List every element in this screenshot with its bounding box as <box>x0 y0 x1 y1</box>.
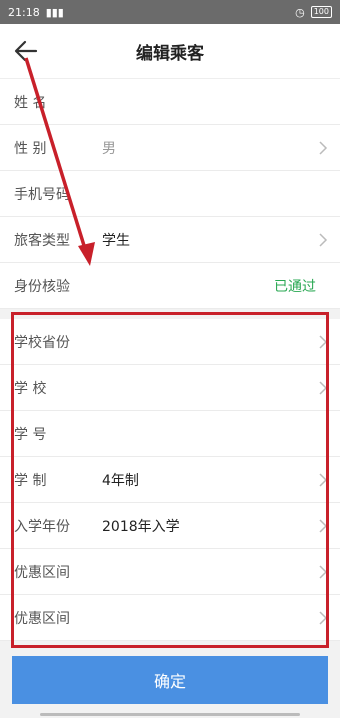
row-label: 学 制 <box>14 472 47 489</box>
clock-icon: ◷ <box>295 5 305 19</box>
chevron-right-icon <box>319 141 328 155</box>
row-id-verification: 身份核验 已通过 <box>0 263 340 309</box>
row-label: 学 号 <box>14 426 47 443</box>
nav-bar: 编辑乘客 <box>0 24 340 79</box>
confirm-button[interactable]: 确定 <box>12 656 328 704</box>
row-value: 学生 <box>102 232 130 249</box>
row-value: 男 <box>102 140 116 157</box>
home-indicator <box>40 713 300 716</box>
row-passenger-type[interactable]: 旅客类型 学生 <box>0 217 340 263</box>
student-info-list: 学校省份 学 校 学 号 学 制 4年制 入学年份 2018年入学 优惠区间 优… <box>0 319 340 641</box>
row-name[interactable]: 姓 名 <box>0 79 340 125</box>
row-school[interactable]: 学 校 <box>0 365 340 411</box>
row-value: 2018年入学 <box>102 518 180 535</box>
chevron-right-icon <box>319 611 328 625</box>
section-gap <box>0 309 340 319</box>
footer: 确定 <box>0 654 340 718</box>
row-label: 手机号码 <box>14 186 70 203</box>
row-student-id[interactable]: 学 号 <box>0 411 340 457</box>
chevron-right-icon <box>319 381 328 395</box>
row-discount-range-1[interactable]: 优惠区间 <box>0 549 340 595</box>
verification-status: 已通过 <box>274 278 316 295</box>
row-discount-range-2[interactable]: 优惠区间 <box>0 595 340 641</box>
status-time: 21:18 <box>8 5 40 19</box>
row-label: 姓 名 <box>14 94 47 111</box>
chevron-right-icon <box>319 519 328 533</box>
row-label: 身份核验 <box>14 278 70 295</box>
chevron-right-icon <box>319 233 328 247</box>
row-school-province[interactable]: 学校省份 <box>0 319 340 365</box>
back-arrow-icon[interactable] <box>12 37 40 65</box>
signal-icon: ▮▮▮ <box>45 5 64 19</box>
row-phone[interactable]: 手机号码 <box>0 171 340 217</box>
status-bar: 21:18 ▮▮▮ ◷ 100 <box>0 0 340 24</box>
chevron-right-icon <box>319 335 328 349</box>
row-gender[interactable]: 性 别 男 <box>0 125 340 171</box>
row-value: 4年制 <box>102 472 139 489</box>
row-label: 优惠区间 <box>14 610 70 627</box>
row-label: 学校省份 <box>14 334 70 351</box>
row-label: 学 校 <box>14 380 47 397</box>
passenger-info-list: 姓 名 性 别 男 手机号码 旅客类型 学生 身份核验 已通过 <box>0 79 340 309</box>
battery-icon: 100 <box>310 6 332 18</box>
page-title: 编辑乘客 <box>136 43 204 64</box>
chevron-right-icon <box>319 473 328 487</box>
chevron-right-icon <box>319 565 328 579</box>
row-label: 性 别 <box>14 140 47 157</box>
row-enrollment-year[interactable]: 入学年份 2018年入学 <box>0 503 340 549</box>
row-school-length[interactable]: 学 制 4年制 <box>0 457 340 503</box>
row-label: 入学年份 <box>14 518 70 535</box>
row-label: 优惠区间 <box>14 564 70 581</box>
row-label: 旅客类型 <box>14 232 70 249</box>
